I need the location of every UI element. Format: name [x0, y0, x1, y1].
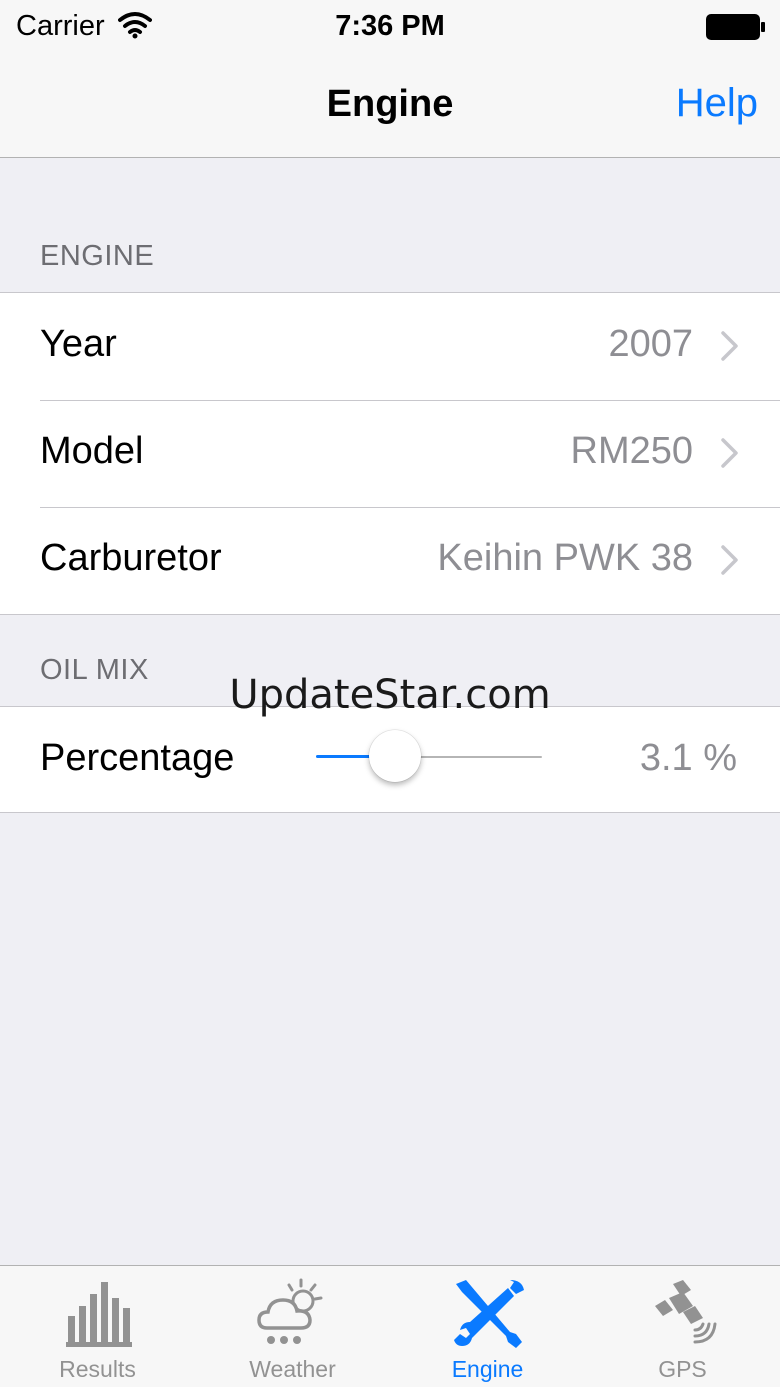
tab-gps[interactable]: GPS	[585, 1266, 780, 1387]
weather-icon	[256, 1278, 322, 1344]
carburetor-row[interactable]: Carburetor Keihin PWK 38	[0, 507, 780, 614]
section-header-engine: ENGINE	[40, 240, 155, 272]
carburetor-value: Keihin PWK 38	[437, 537, 693, 579]
percentage-label: Percentage	[40, 737, 235, 779]
navigation-bar: Engine Help	[0, 56, 780, 158]
battery-icon	[706, 14, 765, 40]
satellite-icon	[654, 1280, 716, 1344]
tab-weather[interactable]: Weather	[195, 1266, 390, 1387]
model-row[interactable]: Model RM250	[0, 400, 780, 507]
model-label: Model	[40, 430, 144, 472]
year-value: 2007	[608, 323, 693, 365]
year-label: Year	[40, 323, 117, 365]
year-row[interactable]: Year 2007	[0, 293, 780, 400]
chevron-right-icon	[721, 545, 738, 575]
tab-engine-label: Engine	[451, 1356, 524, 1382]
percentage-row: Percentage 3.1 %	[0, 707, 780, 812]
help-button[interactable]: Help	[676, 81, 758, 126]
chevron-right-icon	[721, 331, 738, 361]
bar-chart-icon	[65, 1282, 132, 1347]
slider-thumb[interactable]	[369, 730, 422, 782]
engine-group: Year 2007 Model RM250 Carburetor Keihin …	[0, 292, 780, 615]
carburetor-label: Carburetor	[40, 537, 222, 579]
page-title: Engine	[326, 83, 454, 125]
status-time: 7:36 PM	[335, 10, 445, 42]
tab-bar: Results Weather Engine GPS	[0, 1265, 780, 1387]
percentage-slider[interactable]	[316, 707, 542, 807]
percentage-value: 3.1 %	[639, 737, 737, 779]
watermark: UpdateStar.com	[229, 672, 551, 718]
wrench-screwdriver-icon	[453, 1280, 524, 1348]
tab-results-label: Results	[59, 1356, 136, 1382]
tab-gps-label: GPS	[658, 1356, 707, 1382]
model-value: RM250	[570, 430, 694, 472]
tab-results[interactable]: Results	[0, 1266, 195, 1387]
oil-mix-group: Percentage 3.1 %	[0, 706, 780, 813]
status-bar: Carrier 7:36 PM	[0, 0, 780, 56]
tab-weather-label: Weather	[249, 1356, 336, 1382]
chevron-right-icon	[721, 438, 738, 468]
tab-engine[interactable]: Engine	[390, 1266, 585, 1387]
